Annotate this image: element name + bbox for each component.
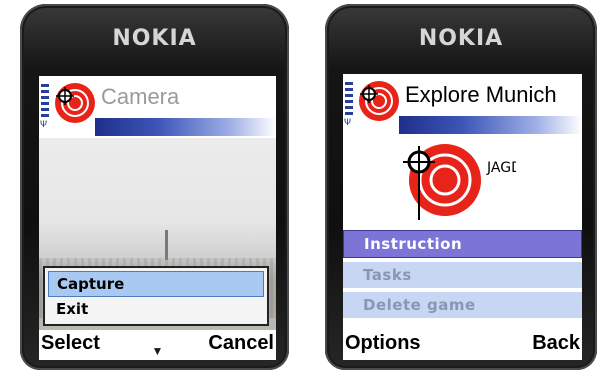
options-popup: Capture Exit (43, 266, 269, 326)
camera-viewfinder (39, 138, 276, 360)
phone-right: NOKIA Ψ Explore Munich JAGD (325, 4, 597, 370)
softkey-cancel[interactable]: Cancel (208, 332, 274, 355)
popup-item-capture[interactable]: Capture (48, 271, 264, 297)
phone-left: NOKIA Ψ Camera Capture Exit Select ▼ Can… (20, 4, 289, 370)
scroll-down-icon: ▼ (151, 344, 164, 358)
app-header: Ψ Explore Munich (343, 74, 582, 136)
screen-right: Ψ Explore Munich JAGD Instruction (343, 74, 582, 360)
menu-item-delete-game[interactable]: Delete game (343, 292, 582, 318)
softkey-bar: Options Back (343, 330, 582, 360)
softkey-options[interactable]: Options (345, 332, 421, 355)
softkey-select[interactable]: Select (41, 332, 100, 355)
title-gradient-bar (95, 118, 276, 136)
target-logo-icon (55, 83, 95, 123)
menu-item-instruction[interactable]: Instruction (343, 230, 582, 258)
screen-left: Ψ Camera Capture Exit Select ▼ Cancel (39, 76, 276, 360)
main-menu: Instruction Tasks Delete game (343, 230, 582, 322)
softkey-back[interactable]: Back (532, 332, 580, 355)
church-spire (165, 230, 168, 260)
app-title: Camera (101, 84, 180, 109)
title-gradient-bar (399, 116, 582, 134)
popup-item-exit[interactable]: Exit (48, 297, 264, 321)
target-logo-icon (359, 81, 399, 121)
jagd-logo-icon: JAGD (403, 144, 516, 220)
brand-logo: NOKIA (112, 26, 197, 51)
logo-text: JAGD (486, 160, 516, 176)
app-header: Ψ Camera (39, 76, 276, 138)
menu-item-tasks[interactable]: Tasks (343, 262, 582, 288)
softkey-bar: Select ▼ Cancel (39, 330, 276, 360)
app-title: Explore Munich (405, 82, 557, 107)
brand-logo: NOKIA (418, 26, 504, 51)
